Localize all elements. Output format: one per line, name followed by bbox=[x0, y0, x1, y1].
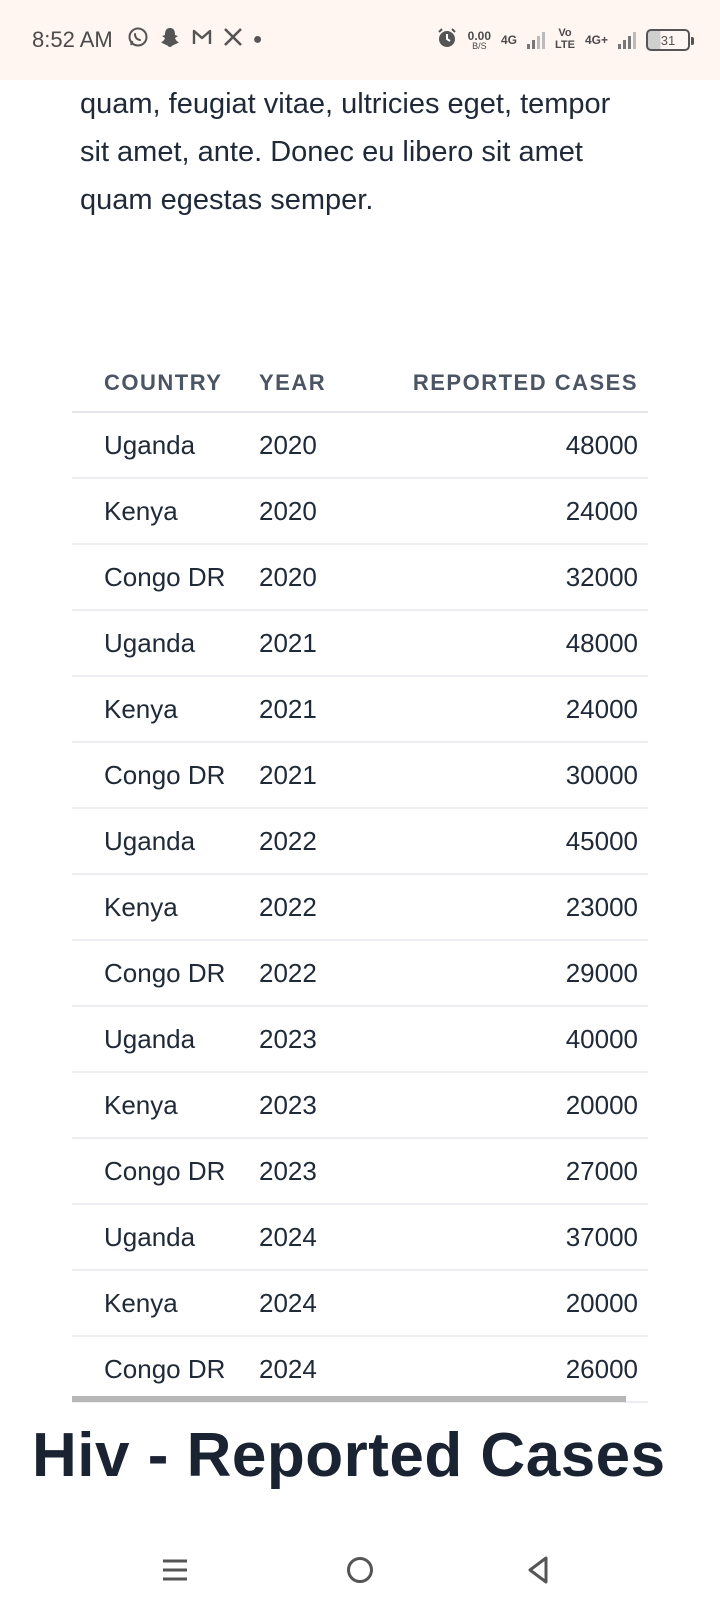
table-row: Kenya 2022 23000 bbox=[72, 874, 648, 941]
scrollbar-thumb[interactable] bbox=[72, 1396, 626, 1402]
status-bar: 8:52 AM ● 0.00 B/S 4G Vo LTE 4G+ 31 bbox=[0, 0, 720, 80]
cell-reported-cases: 20000 bbox=[379, 1270, 648, 1337]
header-year: YEAR bbox=[259, 355, 379, 413]
back-button[interactable] bbox=[514, 1550, 564, 1590]
cell-country: Congo DR bbox=[72, 1138, 259, 1205]
volte-icon: Vo LTE bbox=[555, 28, 575, 51]
cell-country: Congo DR bbox=[72, 940, 259, 1007]
cases-table: COUNTRY YEAR REPORTED CASES Uganda 2020 48… bbox=[72, 355, 648, 1403]
table-row: Congo DR 2024 26000 bbox=[72, 1336, 648, 1403]
cell-country: Uganda bbox=[72, 1006, 259, 1073]
home-button[interactable] bbox=[335, 1550, 385, 1590]
table-row: Congo DR 2022 29000 bbox=[72, 940, 648, 1007]
header-reported-cases: REPORTED CASES bbox=[379, 355, 648, 413]
header-country: COUNTRY bbox=[72, 355, 259, 413]
body-paragraph: quam, feugiat vitae, ultricies eget, tem… bbox=[80, 88, 611, 216]
home-icon bbox=[347, 1557, 373, 1583]
table-row: Kenya 2021 24000 bbox=[72, 676, 648, 743]
cell-reported-cases: 32000 bbox=[379, 544, 648, 611]
table-row: Congo DR 2020 32000 bbox=[72, 544, 648, 611]
whatsapp-icon bbox=[127, 26, 149, 54]
table-row: Kenya 2020 24000 bbox=[72, 478, 648, 545]
cell-country: Congo DR bbox=[72, 544, 259, 611]
cell-year: 2024 bbox=[259, 1336, 379, 1403]
table-row: Kenya 2024 20000 bbox=[72, 1270, 648, 1337]
clock: 8:52 AM bbox=[32, 27, 113, 52]
back-icon bbox=[528, 1556, 548, 1584]
cell-year: 2022 bbox=[259, 940, 379, 1007]
navigation-bar bbox=[0, 1540, 720, 1612]
table-row: Uganda 2021 48000 bbox=[72, 610, 648, 677]
cell-year: 2021 bbox=[259, 742, 379, 809]
sim2-network-label: 4G+ bbox=[584, 33, 608, 47]
table-horizontal-scrollbar[interactable] bbox=[72, 1396, 648, 1402]
cell-reported-cases: 48000 bbox=[379, 610, 648, 677]
battery-icon: 31 bbox=[646, 29, 694, 51]
sim1-network-label: 4G bbox=[501, 33, 518, 47]
battery-level: 31 bbox=[660, 32, 676, 48]
x-icon bbox=[223, 27, 243, 53]
cell-reported-cases: 30000 bbox=[379, 742, 648, 809]
cell-reported-cases: 23000 bbox=[379, 874, 648, 941]
cell-country: Uganda bbox=[72, 412, 259, 479]
section-heading: Hiv - Reported Cases bbox=[32, 1421, 666, 1490]
network-speed-unit: B/S bbox=[472, 40, 487, 51]
recent-apps-button[interactable] bbox=[150, 1550, 200, 1590]
status-right: 0.00 B/S 4G Vo LTE 4G+ 31 bbox=[436, 27, 694, 54]
table-row: Kenya 2023 20000 bbox=[72, 1072, 648, 1139]
cell-reported-cases: 45000 bbox=[379, 808, 648, 875]
sim1-signal-icon bbox=[527, 31, 546, 49]
cell-country: Uganda bbox=[72, 610, 259, 677]
cell-country: Kenya bbox=[72, 1270, 259, 1337]
table-header-row: COUNTRY YEAR REPORTED CASES bbox=[72, 355, 648, 413]
cell-country: Congo DR bbox=[72, 1336, 259, 1403]
cell-reported-cases: 27000 bbox=[379, 1138, 648, 1205]
status-left: 8:52 AM ● bbox=[32, 26, 262, 54]
cell-reported-cases: 29000 bbox=[379, 940, 648, 1007]
cell-country: Kenya bbox=[72, 1072, 259, 1139]
cell-year: 2020 bbox=[259, 478, 379, 545]
cell-country: Kenya bbox=[72, 478, 259, 545]
cell-reported-cases: 40000 bbox=[379, 1006, 648, 1073]
cell-year: 2020 bbox=[259, 544, 379, 611]
snapchat-icon bbox=[159, 26, 181, 54]
network-speed: 0.00 B/S bbox=[468, 30, 491, 51]
cell-reported-cases: 48000 bbox=[379, 412, 648, 479]
table-row: Uganda 2024 37000 bbox=[72, 1204, 648, 1271]
alarm-icon bbox=[436, 27, 458, 54]
cell-reported-cases: 26000 bbox=[379, 1336, 648, 1403]
cell-year: 2024 bbox=[259, 1204, 379, 1271]
sim2-signal-icon bbox=[618, 31, 636, 49]
cell-year: 2020 bbox=[259, 412, 379, 479]
cell-country: Congo DR bbox=[72, 742, 259, 809]
cell-year: 2022 bbox=[259, 874, 379, 941]
table-row: Uganda 2023 40000 bbox=[72, 1006, 648, 1073]
cell-year: 2023 bbox=[259, 1072, 379, 1139]
cell-year: 2021 bbox=[259, 610, 379, 677]
cell-country: Kenya bbox=[72, 676, 259, 743]
network-speed-value: 0.00 bbox=[467, 28, 491, 43]
table-row: Uganda 2020 48000 bbox=[72, 412, 648, 479]
cell-year: 2023 bbox=[259, 1138, 379, 1205]
table-row: Uganda 2022 45000 bbox=[72, 808, 648, 875]
cases-table-container[interactable]: COUNTRY YEAR REPORTED CASES Uganda 2020 48… bbox=[72, 355, 648, 1403]
cell-country: Uganda bbox=[72, 808, 259, 875]
cell-country: Uganda bbox=[72, 1204, 259, 1271]
cell-reported-cases: 24000 bbox=[379, 676, 648, 743]
volte-bottom: LTE bbox=[555, 39, 575, 51]
table-row: Congo DR 2023 27000 bbox=[72, 1138, 648, 1205]
cell-year: 2024 bbox=[259, 1270, 379, 1337]
cell-country: Kenya bbox=[72, 874, 259, 941]
dot-icon: ● bbox=[252, 31, 263, 48]
table-row: Congo DR 2021 30000 bbox=[72, 742, 648, 809]
cell-reported-cases: 24000 bbox=[379, 478, 648, 545]
cell-year: 2023 bbox=[259, 1006, 379, 1073]
menu-icon bbox=[163, 1559, 187, 1581]
cell-reported-cases: 20000 bbox=[379, 1072, 648, 1139]
cell-year: 2021 bbox=[259, 676, 379, 743]
cell-year: 2022 bbox=[259, 808, 379, 875]
cell-reported-cases: 37000 bbox=[379, 1204, 648, 1271]
gmail-icon bbox=[191, 26, 213, 54]
